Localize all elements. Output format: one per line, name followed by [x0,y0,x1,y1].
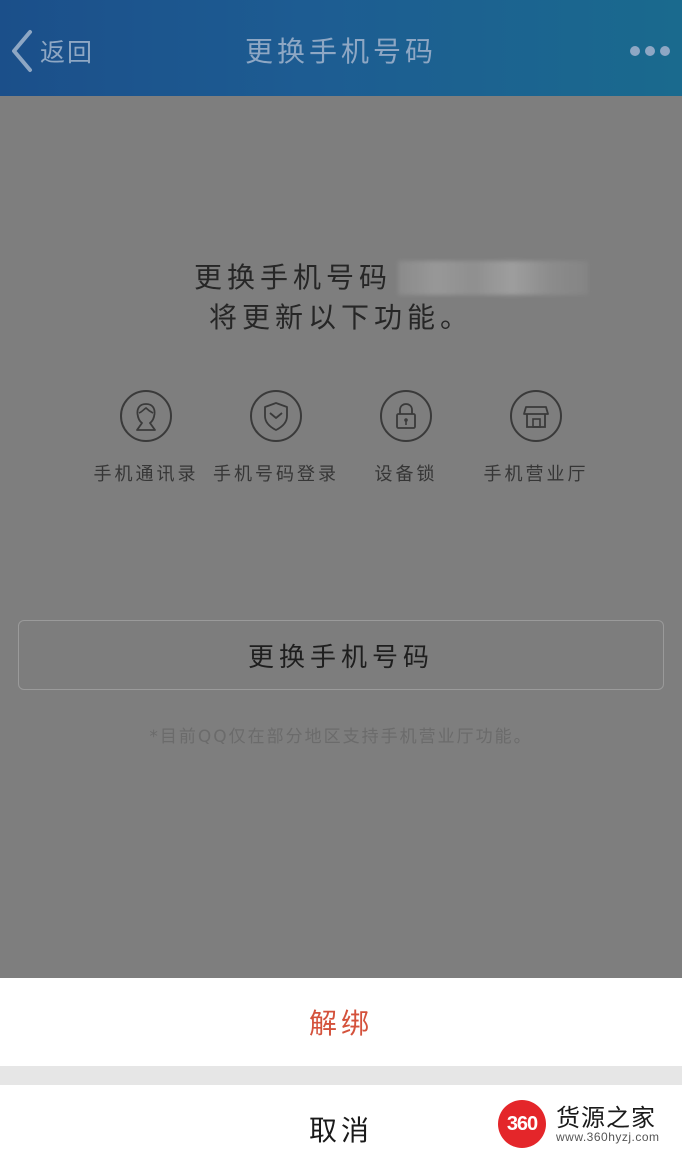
watermark-logo: 360 [498,1100,546,1148]
more-dot [630,46,640,56]
feature-label: 手机号码登录 [213,464,339,485]
page-title: 更换手机号码 [244,35,437,68]
region-support-note: *目前QQ仅在部分地区支持手机营业厅功能。 [149,727,533,747]
feature-phone-login: 手机号码登录 [206,390,346,486]
blurred-phone-number [398,261,588,295]
feature-device-lock: 设备锁 [336,390,476,486]
feature-label: 手机营业厅 [483,464,589,485]
watermark-name: 货源之家 [556,1104,656,1132]
more-dot [660,46,670,56]
device-lock-icon [380,390,432,442]
contacts-person-icon [120,390,172,442]
feature-contacts: 手机通讯录 [76,390,216,486]
headline-line-1: 更换手机号码 [0,258,682,298]
change-phone-button[interactable]: 更换手机号码 [18,620,664,690]
unbind-button[interactable]: 解绑 [0,978,682,1066]
feature-label: 设备锁 [374,464,438,485]
more-dots-icon[interactable] [630,40,670,62]
headline-prefix: 更换手机号码 [193,261,392,294]
headline: 更换手机号码 将更新以下功能。 [0,258,682,338]
watermark-url: www.360hyzj.com [556,1130,660,1144]
more-dot [645,46,655,56]
feature-list: 手机通讯录 手机号码登录 设备锁 手机营业厅 [0,390,682,500]
phone-login-shield-icon [250,390,302,442]
watermark: 360 货源之家 www.360hyzj.com [498,1098,674,1150]
feature-label: 手机通讯录 [93,464,199,485]
nav-bar: 返回 更换手机号码 [0,0,682,96]
headline-line-2: 将更新以下功能。 [208,301,473,334]
mobile-store-icon [510,390,562,442]
feature-mobile-store: 手机营业厅 [466,390,606,486]
